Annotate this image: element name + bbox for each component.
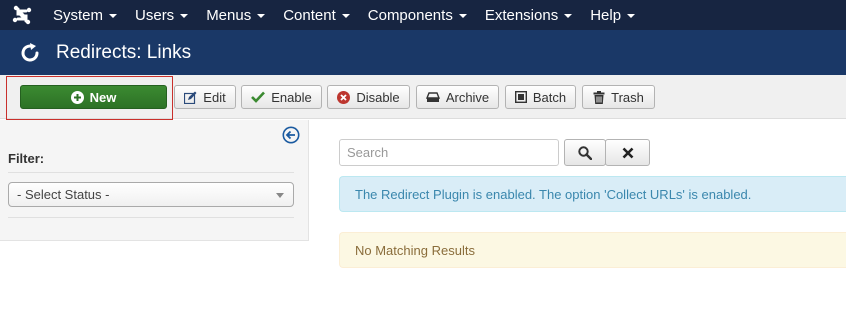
- nav-menu-components[interactable]: Components: [359, 0, 476, 30]
- filter-label: Filter:: [8, 151, 45, 166]
- caret-down-icon: [109, 14, 118, 18]
- caret-down-icon: [564, 14, 573, 18]
- caret-down-icon: [180, 14, 189, 18]
- close-icon: [622, 147, 633, 158]
- batch-icon: [514, 91, 527, 103]
- nav-menu-label: Users: [135, 6, 175, 24]
- trash-button[interactable]: Trash: [582, 85, 655, 109]
- search-input[interactable]: [339, 139, 559, 166]
- archive-button[interactable]: Archive: [416, 85, 499, 109]
- trash-icon: [593, 90, 605, 104]
- filter-sidebar: Filter: - Select Status -: [0, 120, 309, 241]
- batch-button[interactable]: Batch: [505, 85, 576, 109]
- trash-button-label: Trash: [611, 89, 644, 105]
- archive-icon: [425, 92, 440, 102]
- enable-button-label: Enable: [271, 89, 312, 105]
- joomla-logo-icon[interactable]: [0, 0, 44, 30]
- plus-circle-icon: [70, 90, 84, 104]
- top-navbar: System Users Menus Content Components Ex…: [0, 0, 846, 30]
- disable-button[interactable]: Disable: [327, 85, 410, 109]
- divider: [8, 172, 294, 173]
- nav-menu-label: System: [53, 6, 104, 24]
- caret-down-icon: [257, 14, 266, 18]
- no-results-message: No Matching Results: [355, 242, 475, 258]
- no-results-alert: No Matching Results: [339, 232, 846, 268]
- checkmark-icon: [251, 91, 266, 103]
- plugin-info-alert: The Redirect Plugin is enabled. The opti…: [339, 176, 846, 212]
- redirect-icon: [21, 42, 39, 61]
- plugin-info-message: The Redirect Plugin is enabled. The opti…: [355, 186, 752, 202]
- nav-menu-content[interactable]: Content: [274, 0, 359, 30]
- disable-circle-icon: [337, 90, 351, 104]
- nav-menu-label: Components: [367, 6, 453, 24]
- new-button-label: New: [89, 89, 117, 105]
- new-button[interactable]: New: [20, 85, 167, 109]
- page-header: Redirects: Links: [0, 30, 846, 75]
- search-button[interactable]: [564, 139, 606, 166]
- nav-menu-system[interactable]: System: [44, 0, 126, 30]
- dropdown-arrow-icon: [276, 193, 284, 198]
- enable-button[interactable]: Enable: [241, 85, 322, 109]
- search-icon: [578, 145, 592, 160]
- clear-search-button[interactable]: [605, 139, 650, 166]
- edit-button[interactable]: Edit: [174, 85, 236, 109]
- nav-menu-menus[interactable]: Menus: [197, 0, 274, 30]
- nav-menu-label: Menus: [206, 6, 252, 24]
- nav-menu-help[interactable]: Help: [581, 0, 644, 30]
- nav-menu-extensions[interactable]: Extensions: [476, 0, 581, 30]
- nav-menu-label: Content: [283, 6, 336, 24]
- caret-down-icon: [627, 14, 636, 18]
- edit-icon: [184, 91, 197, 104]
- nav-menu-label: Help: [590, 6, 622, 24]
- caret-down-icon: [458, 14, 467, 18]
- caret-down-icon: [341, 14, 350, 18]
- edit-button-label: Edit: [203, 89, 226, 105]
- page-title: Redirects: Links: [56, 41, 192, 63]
- archive-button-label: Archive: [445, 89, 490, 105]
- nav-menu-users[interactable]: Users: [126, 0, 197, 30]
- status-select-value: - Select Status -: [17, 187, 110, 202]
- disable-button-label: Disable: [356, 89, 400, 105]
- collapse-sidebar-icon[interactable]: [282, 126, 300, 144]
- batch-button-label: Batch: [532, 89, 567, 105]
- nav-menu-label: Extensions: [484, 6, 559, 24]
- toolbar: New Edit Enable Disable Archive Batch Tr…: [0, 75, 846, 120]
- divider: [8, 217, 294, 218]
- status-select[interactable]: - Select Status -: [8, 182, 294, 207]
